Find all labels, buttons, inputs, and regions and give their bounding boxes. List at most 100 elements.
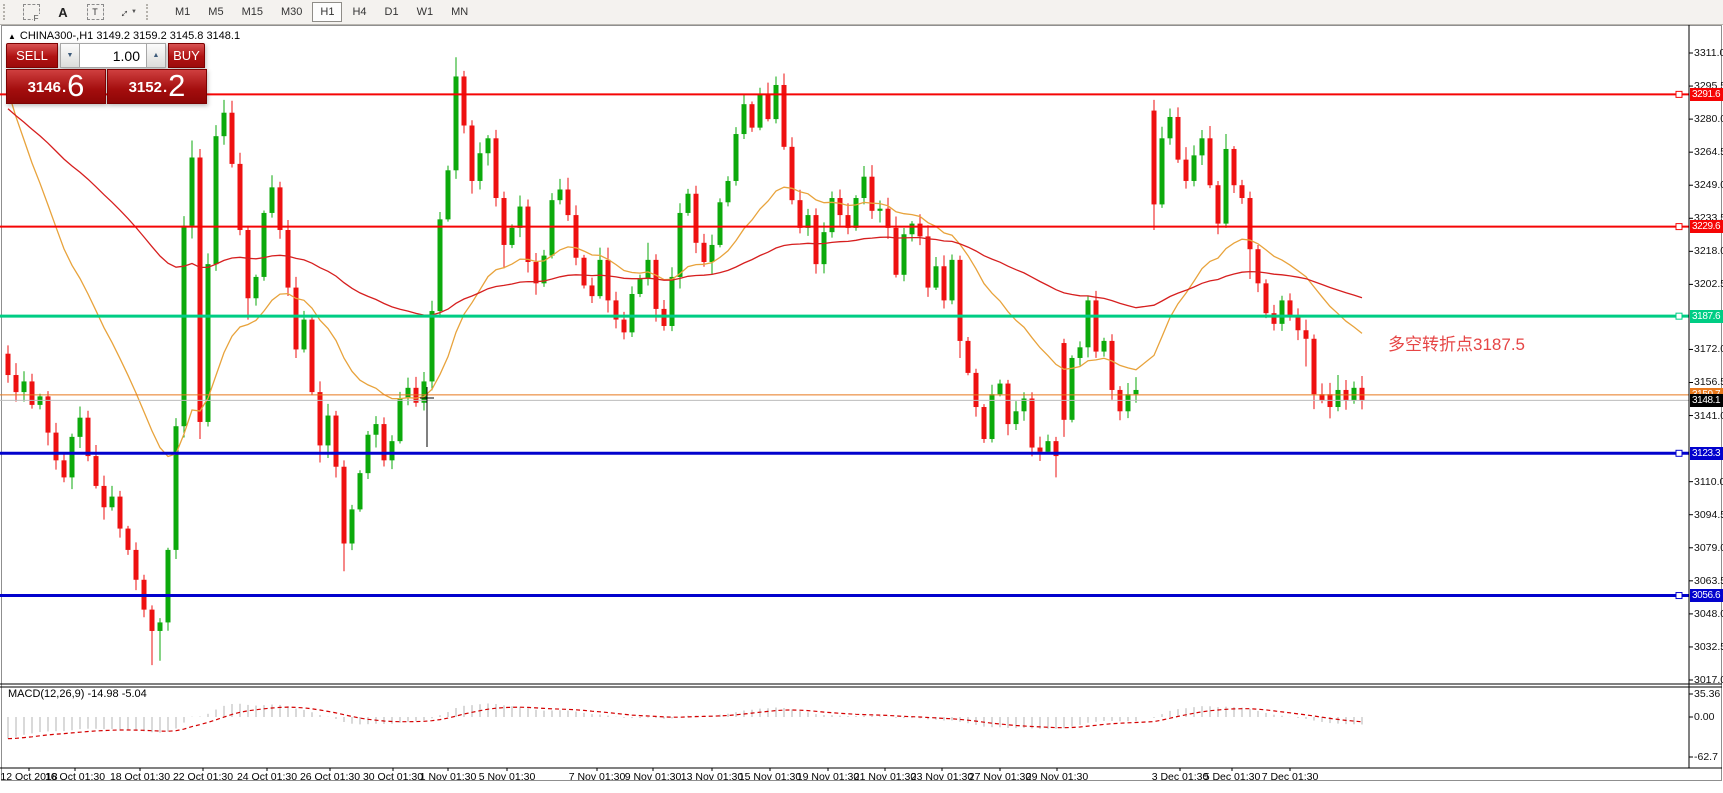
price-tick-label: 3079.0	[1694, 542, 1723, 554]
candle-body	[838, 198, 843, 215]
date-label: 1 Nov 01:30	[420, 771, 477, 783]
timeframe-button-m30[interactable]: M30	[273, 2, 310, 22]
candle-body	[758, 94, 763, 128]
price-tag-3148.1[interactable]: 3148.1	[1690, 394, 1723, 407]
candle-body	[974, 373, 979, 407]
price-tag-3056.6[interactable]: 3056.6	[1690, 589, 1723, 602]
volume-increase-button[interactable]: ▲	[146, 43, 166, 68]
price-tick-label: 3141.0	[1694, 410, 1723, 422]
candle-body	[86, 418, 91, 456]
candle-body	[230, 113, 235, 164]
buy-price-tile[interactable]: 3152.2	[107, 69, 207, 104]
toolbar-grip[interactable]	[146, 4, 152, 20]
candle-body	[950, 260, 955, 301]
candle-body	[622, 320, 627, 333]
hline-handle[interactable]	[1676, 450, 1682, 456]
candle-body	[1126, 394, 1131, 411]
candle-body	[966, 341, 971, 373]
date-label: 5 Dec 01:30	[1204, 771, 1261, 783]
timeframe-button-w1[interactable]: W1	[409, 2, 442, 22]
price-chart-canvas[interactable]	[0, 25, 1723, 793]
text-label-tool-button[interactable]: T	[81, 1, 109, 23]
candle-body	[438, 219, 443, 311]
toolbar: F A T ↔ ▼ M1M5M15M30H1H4D1W1MN	[0, 0, 1723, 25]
candle-body	[14, 375, 19, 392]
template-tool-button[interactable]: F	[17, 1, 45, 23]
candle-body	[1336, 390, 1341, 407]
candle-body	[598, 260, 603, 296]
candle-body	[1030, 398, 1035, 447]
chart-window[interactable]: ▲CHINA300-,H1 3149.2 3159.2 3145.8 3148.…	[0, 25, 1723, 793]
candle-body	[606, 260, 611, 301]
price-tag-3291.6[interactable]: 3291.6	[1690, 88, 1723, 101]
toolbar-grip[interactable]	[3, 4, 9, 20]
candle-body	[166, 550, 171, 623]
buy-button[interactable]: BUY	[168, 43, 205, 68]
date-label: 13 Nov 01:30	[681, 771, 743, 783]
timeframe-button-m1[interactable]: M1	[167, 2, 198, 22]
hline-handle[interactable]	[1676, 224, 1682, 230]
candle-body	[958, 260, 963, 341]
candle-body	[910, 224, 915, 235]
candle-body	[422, 381, 427, 402]
timeframe-button-m5[interactable]: M5	[200, 2, 231, 22]
candle-body	[1312, 339, 1317, 394]
candle-body	[1038, 448, 1043, 452]
symbol-ohlc-text: CHINA300-,H1 3149.2 3159.2 3145.8 3148.1	[20, 30, 240, 42]
candle-body	[1360, 388, 1365, 401]
candle-body	[1352, 388, 1357, 401]
candle-body	[1200, 138, 1205, 155]
candle-body	[406, 388, 411, 399]
candle-body	[1046, 441, 1051, 452]
candle-body	[510, 228, 515, 245]
date-label: 26 Oct 01:30	[300, 771, 360, 783]
volume-input[interactable]	[80, 43, 146, 68]
candle-body	[630, 294, 635, 332]
volume-decrease-button[interactable]: ▼	[60, 43, 80, 68]
candle-body	[54, 433, 59, 461]
timeframe-button-mn[interactable]: MN	[443, 2, 476, 22]
price-tag-3229.6[interactable]: 3229.6	[1690, 220, 1723, 233]
price-tick-label: 3218.0	[1694, 245, 1723, 257]
timeframe-button-d1[interactable]: D1	[377, 2, 407, 22]
date-label: 7 Nov 01:30	[569, 771, 626, 783]
candle-body	[198, 158, 203, 422]
macd-tick-label: -62.7	[1694, 751, 1718, 763]
collapse-triangle-icon[interactable]: ▲	[8, 32, 16, 41]
text-a-icon[interactable]: A	[49, 1, 77, 23]
drawing-tools-button[interactable]: ↔ ▼	[113, 1, 141, 23]
candle-body	[390, 441, 395, 460]
date-label: 9 Nov 01:30	[625, 771, 682, 783]
chart-ohlc-title: ▲ CHINA300-,H1 3149.2 3159.2 3145.8 3148.…	[8, 30, 240, 42]
candle-body	[654, 260, 659, 309]
timeframe-group: M1M5M15M30H1H4D1W1MN	[166, 2, 477, 22]
price-tag-3187.6[interactable]: 3187.6	[1690, 310, 1723, 323]
candle-body	[790, 147, 795, 200]
hline-handle[interactable]	[1676, 91, 1682, 97]
hline-handle[interactable]	[1676, 593, 1682, 599]
macd-indicator-label: MACD(12,26,9) -14.98 -5.04	[8, 688, 147, 700]
candle-body	[94, 456, 99, 486]
candle-body	[278, 187, 283, 230]
candle-body	[470, 126, 475, 181]
hline-handle[interactable]	[1676, 313, 1682, 319]
candle-body	[462, 76, 467, 125]
candle-body	[734, 134, 739, 181]
candle-body	[494, 138, 499, 198]
candle-body	[774, 85, 779, 119]
candle-body	[878, 209, 883, 211]
macd-signal-line	[8, 707, 1362, 739]
price-tag-3123.3[interactable]: 3123.3	[1690, 447, 1723, 460]
trend-annotation[interactable]: 多空转折点3187.5	[1388, 330, 1525, 355]
price-tick-label: 3032.5	[1694, 641, 1723, 653]
timeframe-button-h4[interactable]: H4	[344, 2, 374, 22]
timeframe-button-m15[interactable]: M15	[234, 2, 271, 22]
t-glyph: T	[92, 7, 98, 17]
candle-body	[478, 153, 483, 181]
sell-price-tile[interactable]: 3146.6	[6, 69, 106, 104]
price-tick-label: 3156.5	[1694, 376, 1723, 388]
sell-button[interactable]: SELL	[6, 43, 58, 68]
candle-body	[558, 189, 563, 200]
timeframe-button-h1[interactable]: H1	[312, 2, 342, 22]
candle-body	[1240, 185, 1245, 198]
